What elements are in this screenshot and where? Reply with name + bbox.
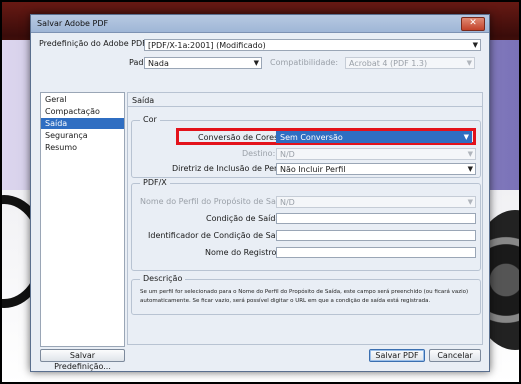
sidebar-item-label: Saída (45, 119, 68, 128)
registry-name-input[interactable] (276, 247, 476, 258)
sidebar-item-label: Segurança (45, 131, 88, 140)
compatibility-label: Compatibilidade: (270, 58, 339, 67)
output-condition-id-label: Identificador de Condição de Saída: (148, 231, 291, 240)
destination-label: Destino: (242, 149, 276, 158)
sidebar-item-output[interactable]: Saída (41, 118, 124, 129)
chevron-down-icon: ▼ (466, 59, 472, 67)
chevron-down-icon: ▼ (463, 133, 469, 141)
destination-select[interactable]: N/D ▼ (276, 148, 476, 160)
pdfx-group-title: PDF/X (140, 178, 170, 187)
sidebar-item-security[interactable]: Segurança (41, 130, 124, 141)
preset-label: Predefinição do Adobe PDF: (39, 39, 149, 48)
close-icon: ✕ (469, 18, 477, 28)
profile-policy-value: Não Incluir Perfil (280, 165, 346, 174)
conversion-label: Conversão de Cores: (198, 133, 281, 142)
preset-select[interactable]: [PDF/X-1a:2001] (Modificado) ▼ (144, 39, 481, 51)
close-button[interactable]: ✕ (461, 17, 485, 31)
profile-policy-select[interactable]: Não Incluir Perfil ▼ (276, 163, 476, 175)
panel-title: Saída (132, 96, 155, 105)
sidebar-item-general[interactable]: Geral (41, 94, 124, 105)
save-pdf-button[interactable]: Salvar PDF (369, 349, 425, 362)
panel-divider (128, 106, 482, 107)
output-condition-row: Condição de Saída: (206, 214, 283, 223)
output-intent-label: Nome do Perfil do Propósito de Saída: (140, 197, 291, 206)
description-title: Descrição (140, 274, 186, 283)
output-condition-id-row: Identificador de Condição de Saída: (148, 231, 291, 240)
category-sidebar: Geral Compactação Saída Segurança Resumo (40, 92, 125, 347)
save-pdf-dialog: Salvar Adobe PDF ✕ Predefinição do Adobe… (30, 14, 490, 372)
save-preset-button[interactable]: Salvar Predefinição... (40, 349, 125, 371)
output-condition-id-input[interactable] (276, 230, 476, 241)
sidebar-item-summary[interactable]: Resumo (41, 142, 124, 153)
pdfx-group: PDF/X Nome do Perfil do Propósito de Saí… (131, 178, 481, 271)
output-panel: Saída Cor Conversão de Cores: Sem Conver… (127, 92, 483, 345)
preset-value: [PDF/X-1a:2001] (Modificado) (148, 41, 266, 50)
output-intent-select[interactable]: N/D ▼ (276, 196, 476, 208)
chevron-down-icon: ▼ (467, 165, 473, 173)
profile-policy-row: Diretriz de Inclusão de Perfil: (172, 164, 287, 173)
compatibility-value: Acrobat 4 (PDF 1.3) (349, 59, 428, 68)
color-group-title: Cor (140, 115, 160, 124)
output-intent-row: Nome do Perfil do Propósito de Saída: (140, 197, 291, 206)
conversion-value: Sem Conversão (280, 133, 343, 142)
sidebar-item-compression[interactable]: Compactação (41, 106, 124, 117)
description-text: Se um perfil for selecionado para o Nome… (140, 289, 469, 304)
color-conversion-select[interactable]: Sem Conversão ▼ (276, 131, 472, 143)
description-group: Descrição Se um perfil for selecionado p… (131, 274, 481, 315)
chevron-down-icon: ▼ (467, 150, 473, 158)
chevron-down-icon: ▼ (472, 41, 478, 49)
sidebar-item-label: Geral (45, 95, 67, 104)
sidebar-item-label: Compactação (45, 107, 100, 116)
output-intent-value: N/D (280, 198, 295, 207)
output-condition-label: Condição de Saída: (206, 214, 284, 223)
profile-policy-label: Diretriz de Inclusão de Perfil: (172, 164, 288, 173)
chevron-down-icon: ▼ (467, 198, 473, 206)
standard-value: Nada (148, 59, 169, 68)
destination-row: Destino: (242, 149, 275, 158)
compatibility-row: Compatibilidade: (270, 58, 338, 67)
cancel-button[interactable]: Cancelar (429, 349, 481, 362)
conversion-row: Conversão de Cores: (198, 133, 281, 142)
sidebar-item-label: Resumo (45, 143, 78, 152)
registry-name-label: Nome do Registro: (205, 248, 280, 257)
compatibility-select[interactable]: Acrobat 4 (PDF 1.3) ▼ (345, 57, 475, 69)
registry-name-row: Nome do Registro: (205, 248, 279, 257)
chevron-down-icon: ▼ (253, 59, 259, 67)
standard-select[interactable]: Nada ▼ (144, 57, 262, 69)
color-group: Cor Conversão de Cores: Sem Conversão ▼ … (131, 115, 481, 178)
title-bar: Salvar Adobe PDF ✕ (31, 15, 489, 33)
window-title: Salvar Adobe PDF (37, 19, 109, 28)
destination-value: N/D (280, 150, 295, 159)
preset-row: Predefinição do Adobe PDF: (39, 39, 149, 48)
output-condition-input[interactable] (276, 213, 476, 224)
